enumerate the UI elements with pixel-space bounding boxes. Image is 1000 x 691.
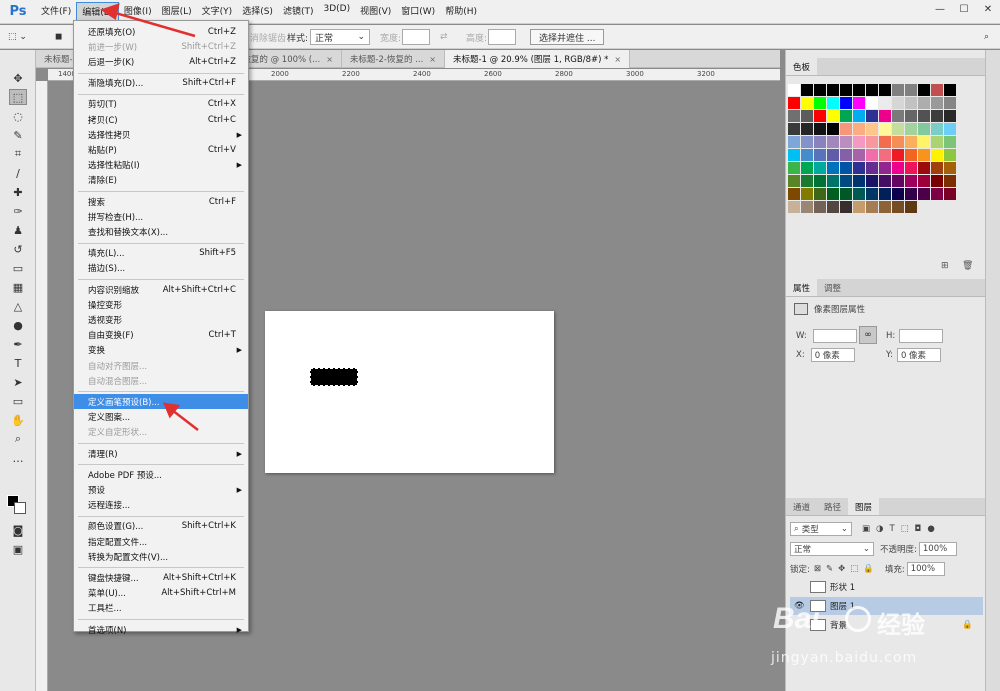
- arrow-head-edit: [100, 3, 120, 21]
- watermark-brand-suffix: 经验: [877, 611, 925, 639]
- paw-icon: [845, 606, 871, 632]
- annotation-arrows: [100, 3, 199, 431]
- photoshop-window: Ps 文件(F) 编辑(E) 图像(I) 图层(L) 文字(Y) 选择(S) 滤镜(T) 3D…: [0, 0, 1000, 691]
- watermark-url: jingyan.baidu.com: [771, 650, 918, 666]
- watermark-brand: Bai: [773, 602, 820, 635]
- arrow-to-edit-menu: [111, 10, 196, 38]
- arrow-to-define-brush: [171, 409, 199, 431]
- baidu-watermark: Bai 经验 jingyan.baidu.com: [765, 600, 995, 680]
